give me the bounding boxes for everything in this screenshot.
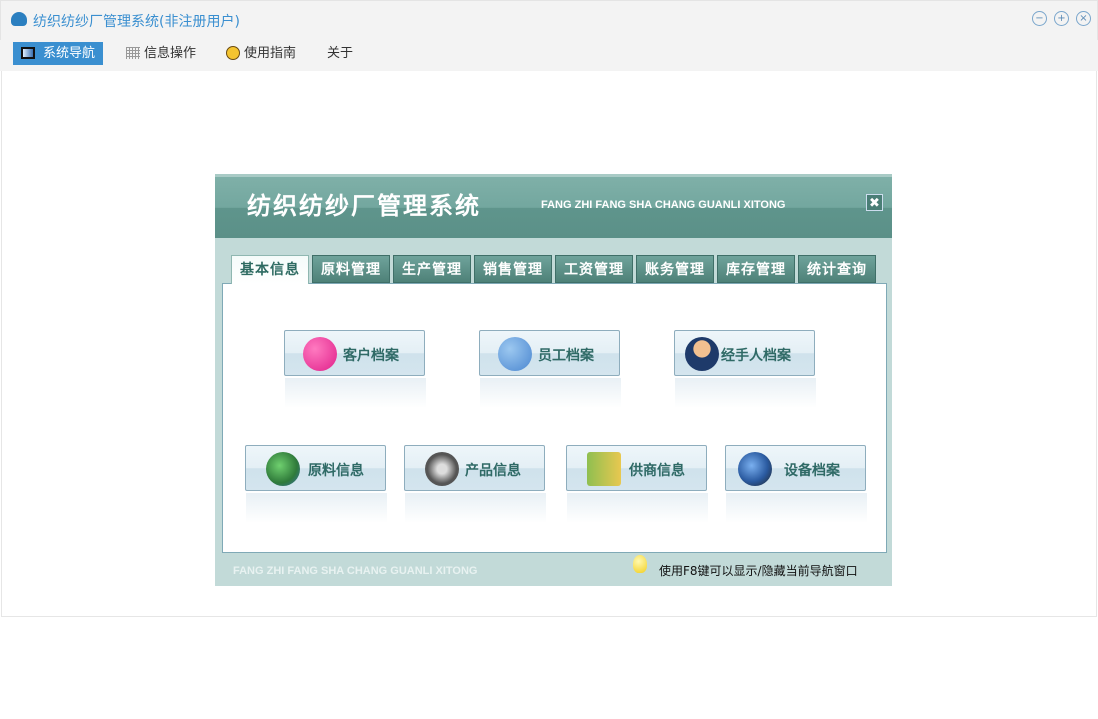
button-label: 产品信息 [465,463,521,479]
button-label: 设备档案 [784,463,840,479]
panel-header: 纺织纺纱厂管理系统 FANG ZHI FANG SHA CHANG GUANLI… [215,174,892,238]
tab-basic-info[interactable]: 基本信息 [231,255,309,284]
menu-label: 信息操作 [144,46,197,61]
button-label: 员工档案 [538,348,594,364]
equipment-records-button[interactable]: 设备档案 [725,445,867,523]
menu-guide[interactable]: 使用指南 [218,42,296,65]
lightbulb-icon [633,555,647,573]
panel-close-button[interactable]: ✖ [866,194,883,211]
menu-about[interactable]: 关于 [301,42,353,65]
menu-info-ops[interactable]: 信息操作 [118,42,196,65]
app-icon [11,12,27,26]
customer-records-button[interactable]: 客户档案 [284,330,426,408]
menu-label: 使用指南 [244,46,297,61]
gear-icon [738,452,772,486]
tab-production[interactable]: 生产管理 [393,255,471,283]
employee-records-button[interactable]: 员工档案 [479,330,621,408]
tab-wages[interactable]: 工资管理 [555,255,633,283]
books-icon [587,452,621,486]
footer-subtitle: FANG ZHI FANG SHA CHANG GUANLI XITONG [233,565,478,577]
panel-subtitle: FANG ZHI FANG SHA CHANG GUANLI XITONG [541,199,786,211]
tab-statistics[interactable]: 统计查询 [798,255,876,283]
menu-system-nav[interactable]: 系统导航 [13,42,104,65]
navigation-panel: 纺织纺纱厂管理系统 FANG ZHI FANG SHA CHANG GUANLI… [215,174,892,586]
film-reel-icon [425,452,459,486]
grid-icon [126,47,140,59]
tab-inventory[interactable]: 库存管理 [717,255,795,283]
tab-materials[interactable]: 原料管理 [312,255,390,283]
tab-sales[interactable]: 销售管理 [474,255,552,283]
supplier-info-button[interactable]: 供商信息 [566,445,708,523]
window-title: 纺织纺纱厂管理系统(非注册用户) [33,14,240,30]
minimize-button[interactable]: − [1032,11,1047,26]
button-label: 供商信息 [629,463,685,479]
menu-label: 关于 [327,46,354,61]
title-bar: 纺织纺纱厂管理系统(非注册用户) − + × [0,0,1098,40]
button-label: 客户档案 [343,348,399,364]
employees-icon [498,337,532,371]
footer-tip: 使用F8键可以显示/隐藏当前导航窗口 [659,564,858,578]
button-label: 原料信息 [308,463,364,479]
handler-records-button[interactable]: 经手人档案 [674,330,816,408]
tab-content: 客户档案 员工档案 经手人档案 原料信息 产品信息 供商信息 设备档案 [222,283,887,553]
monitor-icon [21,47,35,59]
help-icon [226,46,240,60]
maximize-button[interactable]: + [1054,11,1069,26]
close-button[interactable]: × [1076,11,1091,26]
menu-bar: 系统导航 信息操作 使用指南 关于 [0,40,1098,71]
product-info-button[interactable]: 产品信息 [404,445,546,523]
panel-title: 纺织纺纱厂管理系统 [247,192,481,220]
button-label: 经手人档案 [721,348,791,364]
user-icon [685,337,719,371]
material-info-button[interactable]: 原料信息 [245,445,387,523]
customer-icon [303,337,337,371]
tab-accounts[interactable]: 账务管理 [636,255,714,283]
globe-folder-icon [266,452,300,486]
menu-label: 系统导航 [43,46,96,61]
